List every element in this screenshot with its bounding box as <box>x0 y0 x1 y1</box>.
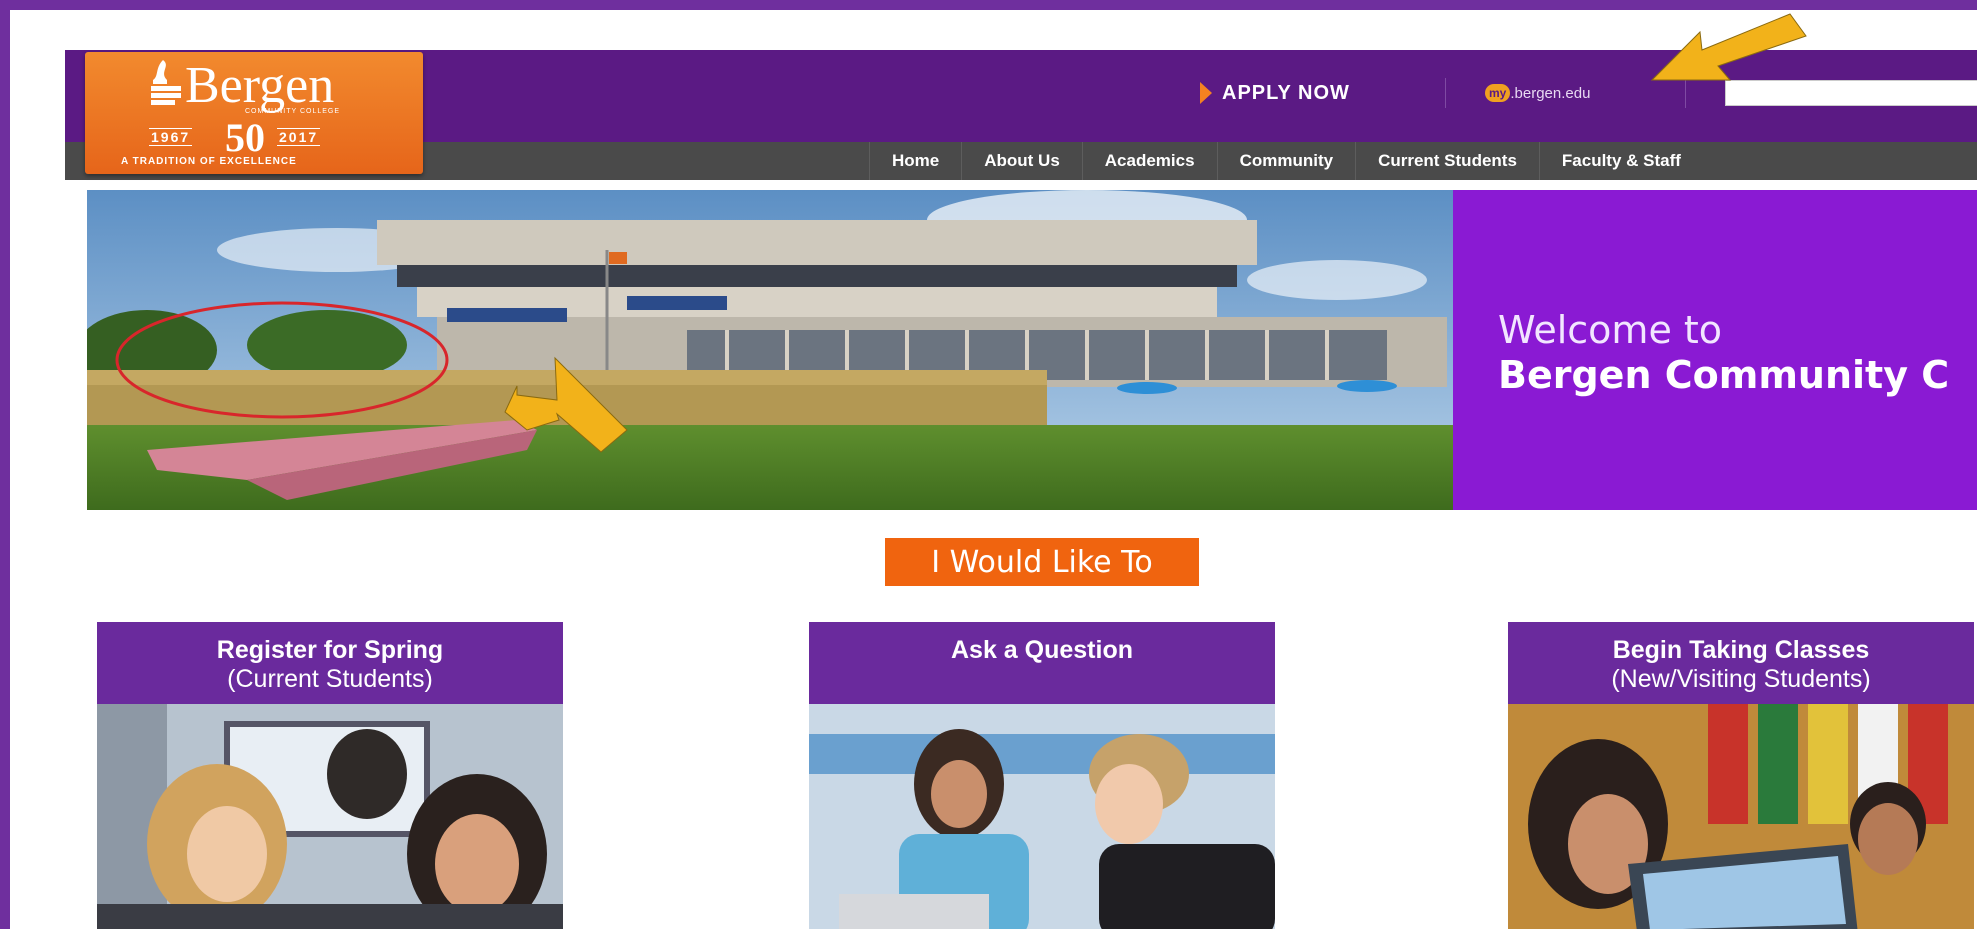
header-divider <box>1445 78 1446 108</box>
bergen-flame-logo-icon <box>151 60 181 105</box>
nav-item-academics[interactable]: Academics <box>1081 142 1217 180</box>
website: APPLY NOW my .bergen.edu Bergen COMMUNIT… <box>65 50 1977 929</box>
nav-item-home[interactable]: Home <box>869 142 961 180</box>
card-title: Ask a Question <box>951 636 1133 664</box>
anniversary-mark: 1967 50 2017 <box>149 114 369 160</box>
year-start: 1967 <box>149 128 193 146</box>
screenshot-frame: APPLY NOW my .bergen.edu Bergen COMMUNIT… <box>10 10 1977 929</box>
nav-item-faculty-staff[interactable]: Faculty & Staff <box>1538 142 1703 180</box>
year-end: 2017 <box>277 128 321 146</box>
college-logo[interactable]: Bergen COMMUNITY COLLEGE 1967 50 2017 A … <box>85 52 423 174</box>
campus-building-image <box>87 190 1454 510</box>
nav-item-current-students[interactable]: Current Students <box>1355 142 1539 180</box>
card-title: Register for Spring <box>216 636 444 664</box>
logo-motto: A TRADITION OF EXCELLENCE <box>121 156 297 167</box>
logo-name: Bergen <box>185 57 335 114</box>
my-bergen-domain: .bergen.edu <box>1510 84 1591 102</box>
nav-item-about-us[interactable]: About Us <box>961 142 1082 180</box>
card-photo-tutor-and-student <box>809 704 1275 929</box>
card-photo-students-at-computer <box>97 704 563 929</box>
hero-campus-photo <box>87 190 1454 510</box>
card-subtitle: (New/Visiting Students) <box>1611 665 1871 693</box>
card-photo-students-with-tablet <box>1508 704 1974 929</box>
my-badge: my <box>1485 84 1511 102</box>
play-arrow-icon <box>1200 82 1212 104</box>
apply-now-link[interactable]: APPLY NOW <box>1200 76 1350 110</box>
my-bergen-link[interactable]: my .bergen.edu <box>1485 80 1590 106</box>
apply-now-label: APPLY NOW <box>1222 81 1350 104</box>
card-title: Begin Taking Classes <box>1612 636 1870 664</box>
anniversary-number: 50 <box>225 115 265 160</box>
card-header: Ask a Question <box>809 622 1275 704</box>
section-title: I Would Like To <box>885 538 1199 586</box>
welcome-line-1: Welcome to <box>1498 308 1723 352</box>
welcome-line-2: Bergen Community C <box>1498 353 1950 397</box>
nav-item-community[interactable]: Community <box>1216 142 1356 180</box>
card-header: Register for Spring (Current Students) <box>97 622 563 704</box>
card-ask-question[interactable]: Ask a Question <box>809 622 1275 929</box>
welcome-panel: Welcome to Bergen Community C <box>1453 190 1977 510</box>
annotation-arrow-icon <box>1650 13 1807 81</box>
card-header: Begin Taking Classes (New/Visiting Stude… <box>1508 622 1974 704</box>
card-register-spring[interactable]: Register for Spring (Current Students) <box>97 622 563 929</box>
card-begin-classes[interactable]: Begin Taking Classes (New/Visiting Stude… <box>1508 622 1974 929</box>
card-subtitle: (Current Students) <box>227 665 433 693</box>
